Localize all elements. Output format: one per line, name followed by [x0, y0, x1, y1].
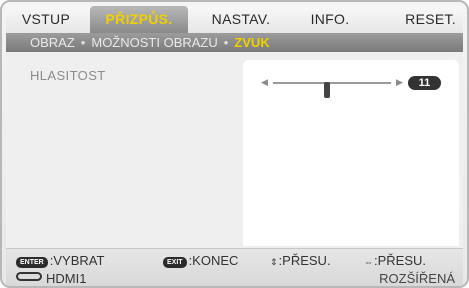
up-down-arrow-icon: ⇕	[270, 257, 278, 267]
hdmi-connector-icon	[16, 272, 42, 281]
setting-value-panel: ◀ ▶ 11	[243, 60, 459, 246]
hint-exit-text: :KONEC	[188, 253, 239, 268]
volume-slider[interactable]: ◀ ▶ 11	[255, 75, 455, 98]
input-source-label: HDMI1	[46, 271, 87, 286]
tab-bar: VSTUP PŘIZPŮS. NASTAV. INFO. RESET.	[6, 6, 463, 33]
hint-leftright-text: :PŘESU.	[374, 253, 427, 268]
breadcrumb-separator: •	[223, 35, 229, 50]
input-source: HDMI1	[16, 271, 87, 286]
hint-updown-text: :PŘESU.	[278, 253, 331, 268]
tab-info[interactable]: INFO.	[289, 6, 371, 33]
slider-thumb[interactable]	[324, 82, 331, 98]
slider-track[interactable]	[273, 82, 391, 98]
breadcrumb-item-obraz[interactable]: OBRAZ	[30, 35, 75, 50]
breadcrumb-separator: •	[80, 35, 86, 50]
tab-reset[interactable]: RESET.	[380, 6, 462, 33]
enter-key-icon: ENTER	[16, 257, 48, 268]
hint-enter: ENTER:VYBRAT	[16, 253, 104, 269]
exit-key-icon: EXIT	[163, 257, 187, 268]
breadcrumb-item-moznosti-obrazu[interactable]: MOŽNOSTI OBRAZU	[91, 35, 217, 50]
left-right-arrow-icon: ⇔	[364, 257, 373, 267]
footer-hints: ENTER:VYBRAT EXIT:KONEC ⇕:PŘESU. ⇔:PŘESU…	[6, 248, 463, 286]
hint-leftright: ⇔:PŘESU.	[364, 253, 426, 270]
volume-value-badge: 11	[408, 76, 441, 90]
breadcrumb: OBRAZ • MOŽNOSTI OBRAZU • ZVUK	[6, 33, 463, 52]
tab-nastav[interactable]: NASTAV.	[194, 6, 288, 33]
setting-label-hlasitost[interactable]: HLASITOST	[30, 68, 106, 83]
menu-mode-label: ROZŠÍŘENÁ	[379, 271, 455, 286]
hint-enter-text: :VYBRAT	[49, 253, 105, 268]
tab-prizpus[interactable]: PŘIZPŮS.	[90, 6, 188, 33]
projector-osd-menu: VSTUP PŘIZPŮS. NASTAV. INFO. RESET. OBRA…	[0, 0, 469, 288]
decrease-arrow-icon[interactable]: ◀	[261, 77, 268, 88]
hint-exit: EXIT:KONEC	[163, 253, 238, 269]
tab-vstup[interactable]: VSTUP	[8, 6, 84, 33]
breadcrumb-item-zvuk[interactable]: ZVUK	[234, 35, 269, 50]
hint-updown: ⇕:PŘESU.	[270, 253, 331, 270]
increase-arrow-icon[interactable]: ▶	[396, 77, 403, 88]
menu-content: HLASITOST ◀ ▶ 11	[6, 52, 463, 248]
